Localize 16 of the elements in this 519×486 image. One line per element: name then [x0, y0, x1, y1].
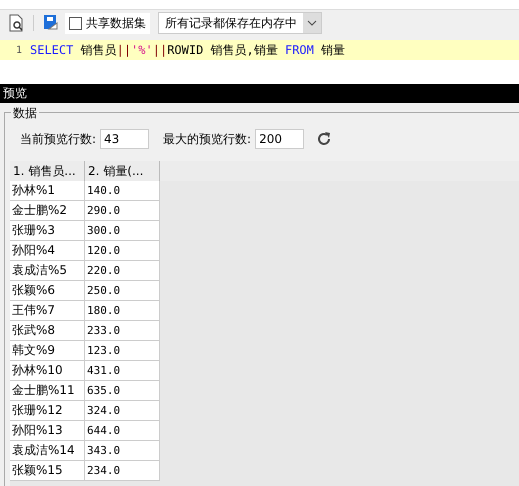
preview-document-icon[interactable] [8, 14, 24, 32]
preview-title-bar: 预览 [0, 84, 519, 103]
line-number: 1 [14, 44, 23, 56]
save-icon[interactable] [43, 14, 59, 32]
caret-icon [307, 20, 317, 26]
share-dataset-checkbox[interactable]: 共享数据集 [65, 12, 150, 34]
storage-dropdown[interactable]: 所有记录都保存在内存中 [158, 12, 322, 34]
refresh-icon[interactable] [316, 131, 332, 147]
table-cell: 234.0 [85, 461, 160, 481]
current-rows-label: 当前预览行数: [20, 130, 96, 148]
max-rows-field[interactable]: 200 [255, 129, 304, 149]
current-rows-field[interactable]: 43 [100, 129, 150, 149]
sql-code-line: SELECT 销售员||'%'||ROWID 销售员,销量 FROM 销量 [30, 42, 346, 58]
max-rows-label: 最大的预览行数: [163, 130, 252, 148]
group-title: 数据 [11, 105, 39, 122]
table-cell: 张颖%15 [10, 461, 85, 481]
